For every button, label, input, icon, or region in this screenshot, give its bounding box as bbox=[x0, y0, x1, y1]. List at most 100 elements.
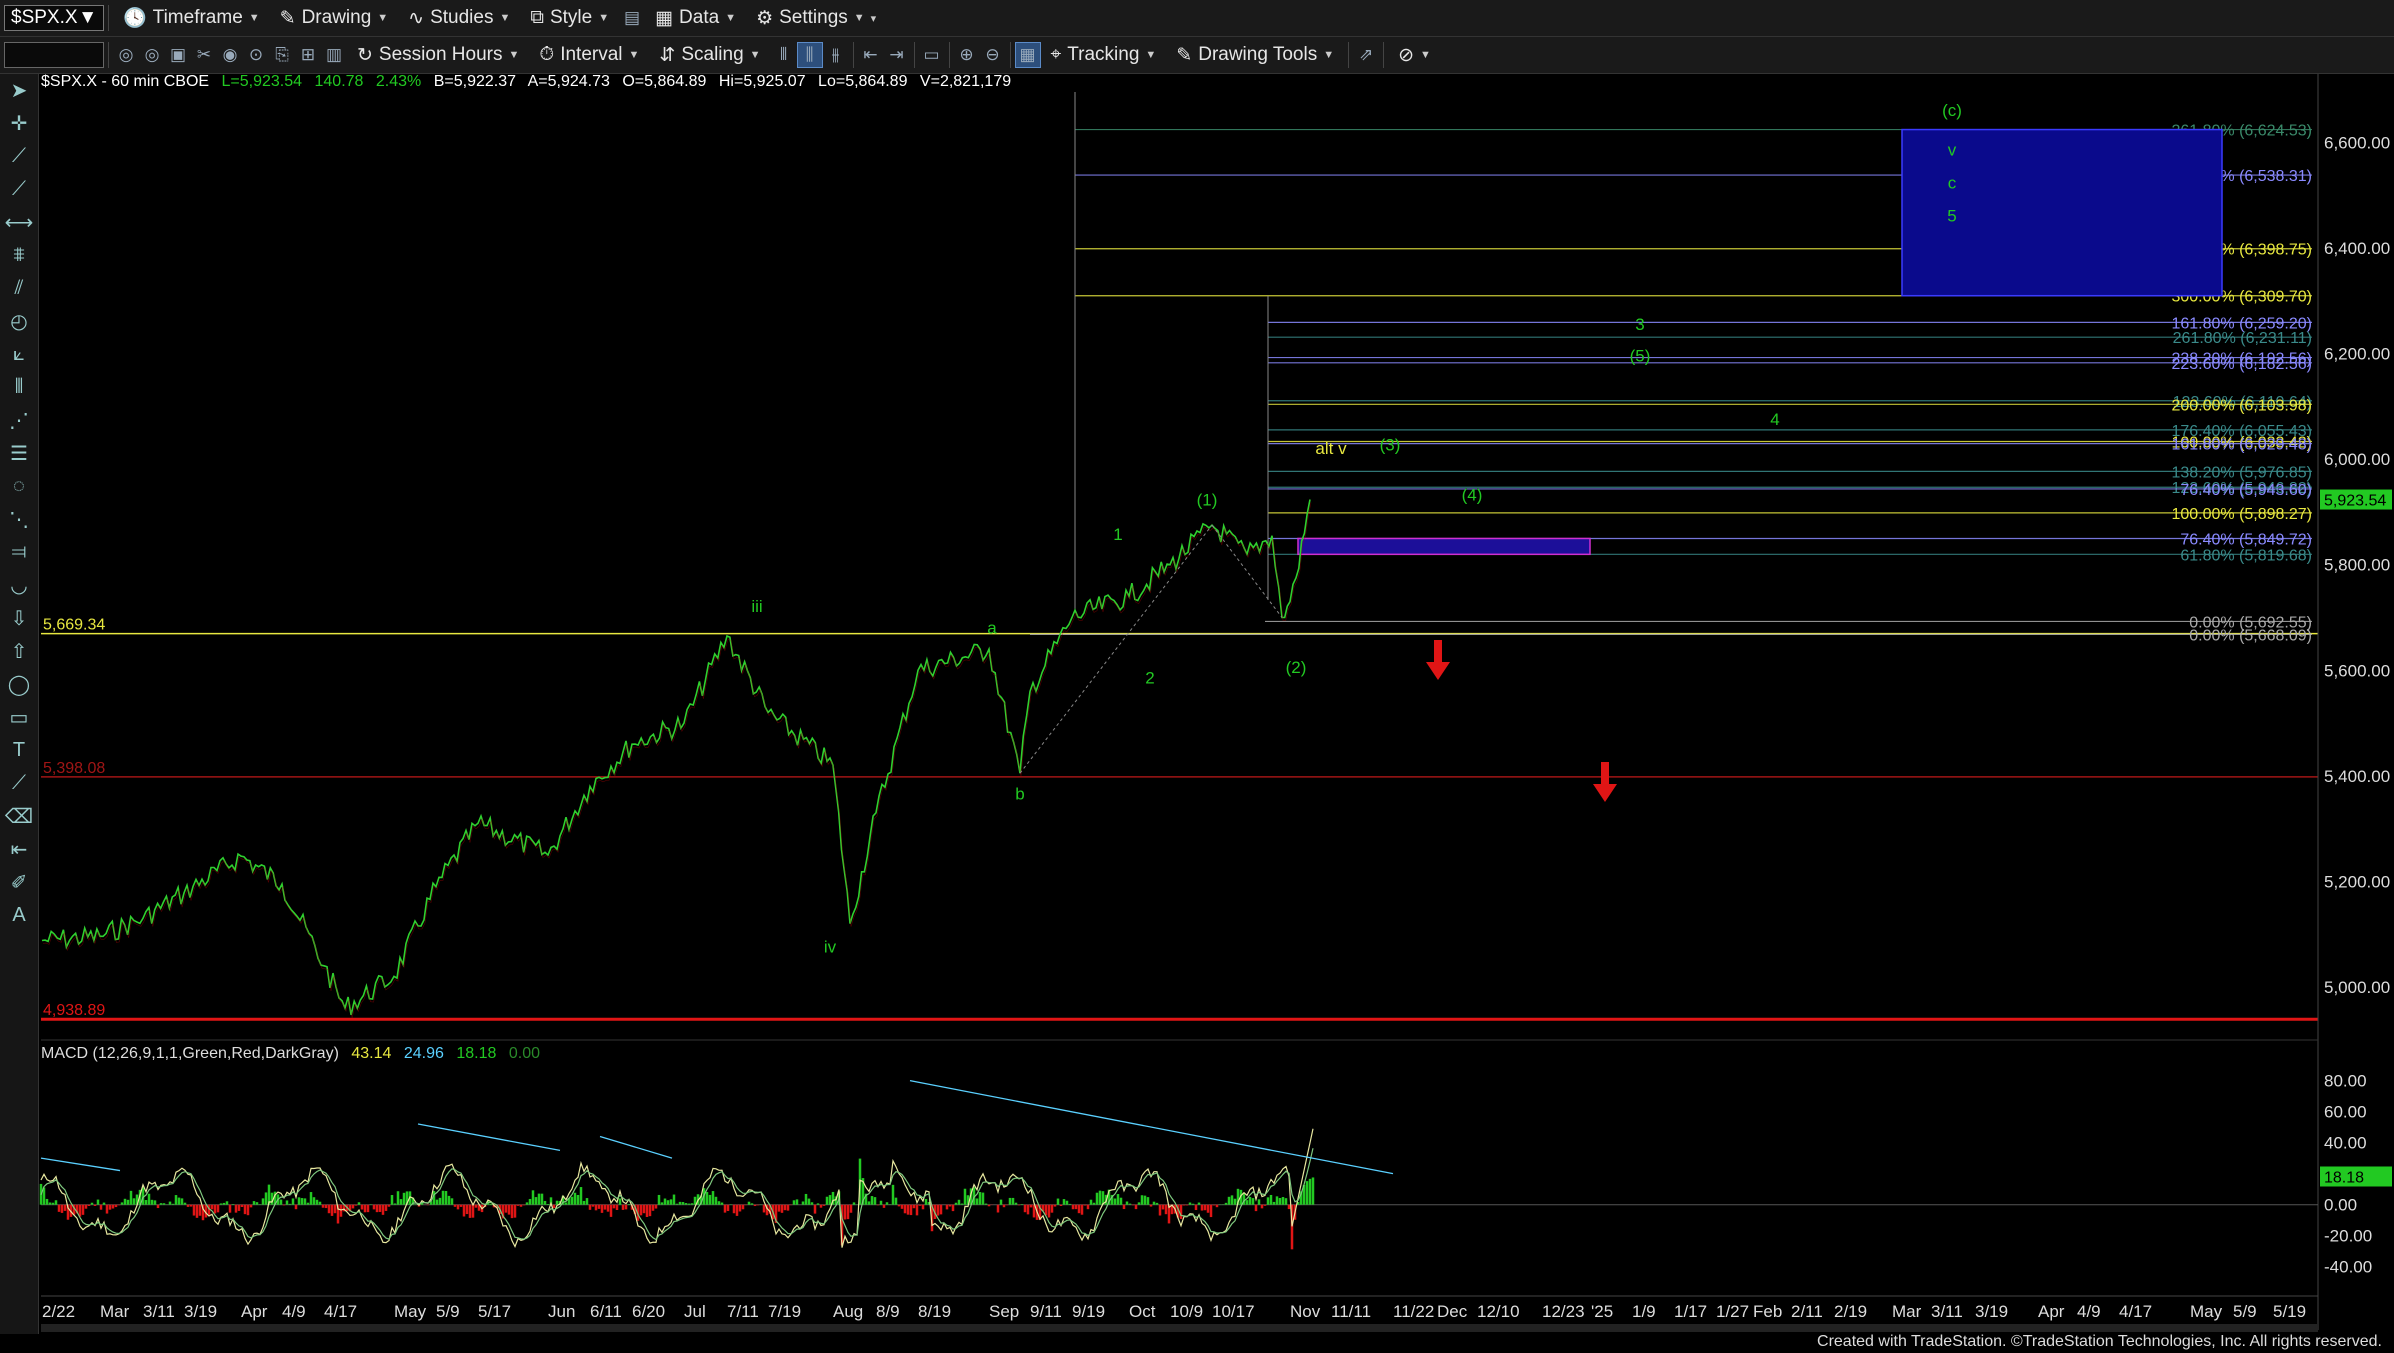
pen-icon[interactable]: ✐ bbox=[0, 866, 38, 899]
drawing-menu[interactable]: ✎ Drawing ▼ bbox=[270, 3, 399, 33]
pitchfork-icon[interactable]: ⫤ bbox=[0, 536, 38, 569]
chevron-down-icon: ▼ bbox=[78, 7, 97, 28]
interval-input[interactable] bbox=[4, 42, 104, 68]
ray-icon[interactable]: ⟋ bbox=[0, 173, 38, 206]
ask-price: A=5,924.73 bbox=[527, 73, 610, 90]
gear-icon: ⚙ bbox=[756, 7, 774, 29]
candlestick-icon[interactable]: ⫼ bbox=[796, 42, 823, 68]
grid-icon[interactable]: ▦ bbox=[1014, 42, 1041, 68]
ellipse-icon[interactable]: ◯ bbox=[0, 668, 38, 701]
settings-menu[interactable]: ⚙ Settings ▼ ▾ bbox=[746, 3, 886, 33]
wave-label: a bbox=[987, 618, 997, 637]
time-tick-label: 2/22 bbox=[42, 1302, 75, 1321]
fib-level-label: 138.20% (5,976.85) bbox=[2171, 464, 2312, 481]
time-tick-label: 4/9 bbox=[282, 1302, 306, 1321]
arrow-down-icon[interactable]: ⇩ bbox=[0, 602, 38, 635]
cursor-icon[interactable]: ➤ bbox=[0, 74, 38, 107]
crosshair-icon[interactable]: ✛ bbox=[0, 107, 38, 140]
clock-icon: 🕓 bbox=[123, 8, 147, 29]
zoom-out-icon[interactable]: ⊖ bbox=[980, 42, 1006, 68]
session-hours-button[interactable]: ↻ Session Hours ▼ bbox=[347, 40, 529, 70]
chart-canvas[interactable]: 5,669.345,398.084,938.89 261.80% (6,624.… bbox=[0, 0, 2394, 1353]
drawing-shapes bbox=[1297, 128, 2223, 802]
style-menu[interactable]: ⧉ Style ▼ bbox=[520, 3, 619, 33]
scissors-icon[interactable]: ✂ bbox=[191, 42, 217, 68]
trash-icon[interactable]: ⌫ bbox=[0, 800, 38, 833]
text-box-icon[interactable]: A bbox=[0, 899, 38, 932]
time-tick-label: 4/17 bbox=[324, 1302, 357, 1321]
time-tick-label: 3/11 bbox=[1931, 1302, 1963, 1321]
price-tick-label: 5,000.00 bbox=[2324, 978, 2390, 997]
window-icon[interactable]: ▭ bbox=[919, 42, 945, 68]
timeframe-menu[interactable]: 🕓 Timeframe ▼ bbox=[113, 3, 270, 33]
circle-icon[interactable]: ◎ bbox=[113, 42, 139, 68]
horizontal-line-icon[interactable]: ⟷ bbox=[0, 206, 38, 239]
andrews-icon[interactable]: ⟀ bbox=[0, 338, 38, 371]
vertical-lines-icon[interactable]: ⦀ bbox=[0, 371, 38, 404]
cycle-icon[interactable]: ◌ bbox=[0, 470, 38, 503]
lock-icon[interactable]: ⊙ bbox=[243, 42, 269, 68]
copy-icon[interactable]: ⎘ bbox=[269, 42, 295, 68]
fib-levels-icon[interactable]: ☰ bbox=[0, 437, 38, 470]
link-button[interactable]: ⊘ ▼ bbox=[1388, 40, 1441, 70]
gann-icon[interactable]: ◴ bbox=[0, 305, 38, 338]
studies-menu[interactable]: ∿ Studies ▼ bbox=[398, 3, 520, 33]
zoom-in-icon[interactable]: ⊕ bbox=[954, 42, 980, 68]
fibonacci-icon[interactable]: ⩨ bbox=[0, 239, 38, 272]
time-tick-label: Mar bbox=[100, 1302, 130, 1321]
wave-label: (4) bbox=[1462, 485, 1483, 504]
wave-label: 1 bbox=[1113, 525, 1122, 544]
fib-level-label: 76.40% (5,943.60) bbox=[2180, 482, 2312, 499]
support-level-label: 5,398.08 bbox=[43, 760, 105, 777]
interval-button[interactable]: ⏱ Interval ▼ bbox=[529, 40, 649, 70]
trendline-icon[interactable]: ⟋ bbox=[0, 140, 38, 173]
macd-trendline bbox=[417, 1123, 561, 1152]
pencil-icon: ✎ bbox=[1176, 44, 1193, 66]
split-icon[interactable]: ⇤ bbox=[0, 833, 38, 866]
macd-avg-value: 24.96 bbox=[403, 1045, 444, 1062]
open-price: O=5,864.89 bbox=[622, 73, 707, 90]
data-menu[interactable]: ▦ Data ▼ bbox=[645, 3, 746, 33]
wave-label: 2 bbox=[1145, 668, 1154, 687]
film-icon[interactable]: ▥ bbox=[321, 42, 347, 68]
scroll-left-icon[interactable]: ⇤ bbox=[858, 42, 884, 68]
drawing-label: Drawing bbox=[301, 7, 372, 28]
regression-icon[interactable]: ⋰ bbox=[0, 404, 38, 437]
session-hours-label: Session Hours bbox=[378, 44, 503, 65]
time-tick-label: Oct bbox=[1129, 1302, 1156, 1321]
speed-lines-icon[interactable]: ⋱ bbox=[0, 503, 38, 536]
eraser-icon[interactable]: ⟋ bbox=[0, 767, 38, 800]
target-icon[interactable]: ◉ bbox=[217, 42, 243, 68]
text-icon[interactable]: T bbox=[0, 734, 38, 767]
time-tick-label: 2/19 bbox=[1834, 1302, 1867, 1321]
scaling-button[interactable]: ⇵ Scaling ▼ bbox=[649, 40, 770, 70]
macd-tick-label: -20.00 bbox=[2324, 1227, 2372, 1246]
time-tick-label: Aug bbox=[833, 1302, 863, 1321]
down-arrow-icon bbox=[1426, 640, 1450, 680]
symbol-selector[interactable]: $SPX.X ▼ bbox=[4, 5, 104, 31]
export-icon[interactable]: ⇗ bbox=[1353, 42, 1379, 68]
time-tick-label: Apr bbox=[2038, 1302, 2065, 1321]
time-tick-label: 1/27 bbox=[1716, 1302, 1749, 1321]
time-tick-label: 12/10 bbox=[1477, 1302, 1520, 1321]
sheet-icon[interactable]: ▣ bbox=[165, 42, 191, 68]
tracking-button[interactable]: ⌖ Tracking ▼ bbox=[1041, 40, 1167, 70]
toolbar-divider bbox=[108, 42, 109, 68]
rectangle-icon[interactable]: ▭ bbox=[0, 701, 38, 734]
arc-icon[interactable]: ◡ bbox=[0, 569, 38, 602]
bar-chart-icon[interactable]: ⫴ bbox=[771, 42, 797, 68]
chart-layout-icon[interactable]: ▤ bbox=[619, 5, 645, 31]
wave-label: (c) bbox=[1942, 101, 1962, 120]
interval-icon: ⏱ bbox=[539, 44, 555, 65]
scroll-right-icon[interactable]: ⇥ bbox=[884, 42, 910, 68]
time-axis: 2/22 Mar 3/11 3/19 Apr 4/9 4/17 May 5/9 5/17 Jun 6/… bbox=[41, 1295, 2318, 1332]
ohlc-icon[interactable]: ⫵ bbox=[823, 42, 849, 68]
arrow-up-icon[interactable]: ⇧ bbox=[0, 635, 38, 668]
drawing-tools-button[interactable]: ✎ Drawing Tools ▼ bbox=[1166, 40, 1344, 70]
wave-label: alt v bbox=[1315, 439, 1347, 458]
circle-icon[interactable]: ◎ bbox=[139, 42, 165, 68]
channel-icon[interactable]: ⫽ bbox=[0, 272, 38, 305]
grid-icon[interactable]: ⊞ bbox=[295, 42, 321, 68]
chevron-down-icon: ▼ bbox=[1420, 49, 1431, 61]
macd-trendline bbox=[909, 1079, 1394, 1175]
